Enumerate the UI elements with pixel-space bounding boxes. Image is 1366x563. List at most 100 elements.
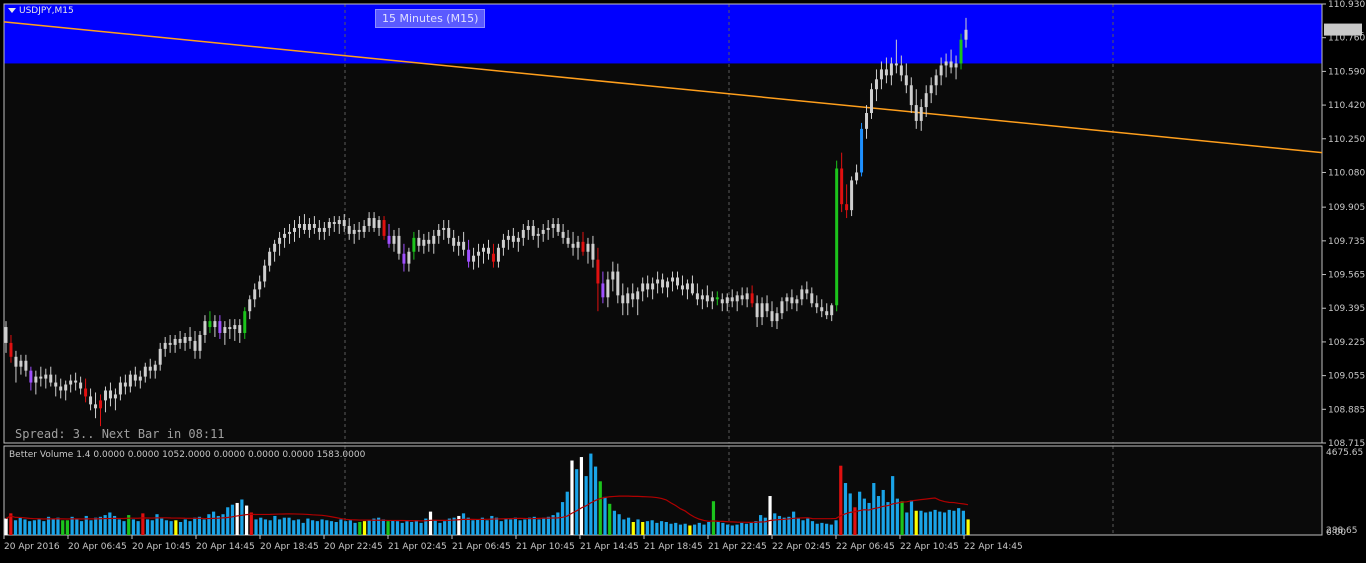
candle-body (855, 172, 859, 181)
price-chart[interactable]: 110.930110.760110.590110.420110.250110.0… (0, 0, 1366, 559)
candle-body (944, 61, 948, 66)
resistance-zone (4, 4, 1322, 64)
candle-body (307, 223, 311, 230)
candle-body (521, 229, 525, 238)
volume-bar (759, 515, 763, 535)
candle-body (472, 255, 476, 262)
price-tick-label: 109.225 (1328, 338, 1365, 348)
candle-body (845, 204, 849, 211)
volume-bar (178, 522, 183, 535)
candle-body (367, 218, 371, 226)
volume-bar (825, 523, 829, 535)
volume-bar (230, 504, 235, 535)
volume-bar (353, 522, 357, 535)
volume-bar (617, 514, 621, 535)
volume-bar (188, 521, 192, 535)
timeframe-badge[interactable]: 15 Minutes (M15) (375, 9, 486, 28)
candle-body (377, 220, 381, 228)
chart-window[interactable]: 110.930 110.760 110.590 110.420 110.250 110.0… (0, 0, 1366, 559)
candle-body (103, 390, 107, 401)
candle-body (153, 364, 157, 371)
volume-bar (169, 521, 173, 535)
volume-bar (150, 520, 154, 535)
candle-body (879, 69, 883, 80)
candle-body (760, 303, 764, 318)
volume-bar (829, 524, 833, 535)
candle-body (775, 313, 779, 322)
volume-bar (631, 522, 635, 535)
volume-bar (815, 523, 819, 535)
price-tick-label: 109.735 (1328, 237, 1365, 247)
volume-bar (763, 517, 767, 535)
candle-body (531, 225, 535, 236)
volume-bar (301, 522, 305, 535)
candle-body (596, 259, 600, 284)
volume-bar (197, 516, 202, 535)
volume-bar (4, 518, 8, 535)
volume-tick-label: 4675.65 (1326, 448, 1363, 458)
volume-bar (70, 516, 74, 535)
volume-bar (325, 520, 329, 535)
volume-bar (924, 512, 928, 535)
volume-bar (381, 519, 385, 535)
volume-bar (245, 505, 249, 535)
candle-body (705, 295, 709, 302)
volume-bar (240, 499, 244, 535)
time-tick-label: 21 Apr 22:45 (708, 542, 767, 552)
candle-body (511, 235, 515, 242)
candle-body (467, 249, 471, 262)
candle-body (188, 336, 192, 341)
volume-bar (136, 521, 140, 535)
candle-body (611, 271, 615, 280)
candle-body (929, 85, 933, 94)
candle-body (526, 225, 530, 230)
volume-bar (263, 519, 268, 535)
candle-body (536, 233, 540, 236)
candle-body (89, 396, 93, 405)
candle-body (148, 366, 152, 371)
time-tick-label: 21 Apr 02:45 (388, 542, 447, 552)
candle-body (795, 299, 799, 304)
volume-bar (565, 491, 569, 535)
price-pane (4, 4, 1322, 443)
candle-body (651, 283, 655, 290)
candle-body (884, 69, 888, 76)
volume-bar (443, 521, 447, 535)
volume-bar (697, 522, 701, 535)
volume-bar (226, 507, 230, 535)
time-tick-label: 20 Apr 2016 (4, 542, 60, 552)
candle-body (183, 336, 187, 343)
candle-body (685, 283, 689, 290)
volume-bar (806, 518, 810, 535)
candle-body (283, 233, 287, 238)
volume-bar (843, 483, 848, 535)
candle-body (24, 360, 28, 371)
candle-body (442, 227, 446, 230)
candle-body (44, 374, 48, 379)
volume-bar (749, 522, 753, 535)
candle-body (263, 265, 267, 282)
candle-body (69, 380, 73, 385)
candle-body (168, 342, 172, 345)
dropdown-arrow-icon[interactable] (8, 8, 16, 13)
candle-body (745, 293, 749, 300)
candle-body (223, 327, 227, 334)
volume-bar (94, 517, 98, 535)
volume-bar (608, 503, 612, 535)
volume-bar (400, 522, 404, 535)
volume-bar (919, 510, 923, 535)
volume-bar (796, 517, 800, 535)
candle-body (198, 334, 202, 351)
candle-body (576, 241, 580, 248)
symbol-label[interactable]: USDJPY,M15 (8, 6, 74, 16)
candle-body (835, 168, 839, 306)
candle-body (193, 340, 197, 351)
volume-bar (518, 520, 522, 535)
candle-body (800, 289, 804, 300)
candle-body (581, 241, 585, 252)
candle-body (506, 235, 510, 240)
volume-bar (721, 522, 725, 535)
volume-bar (75, 519, 79, 535)
candle-body (382, 220, 386, 236)
volume-bar (18, 517, 22, 535)
